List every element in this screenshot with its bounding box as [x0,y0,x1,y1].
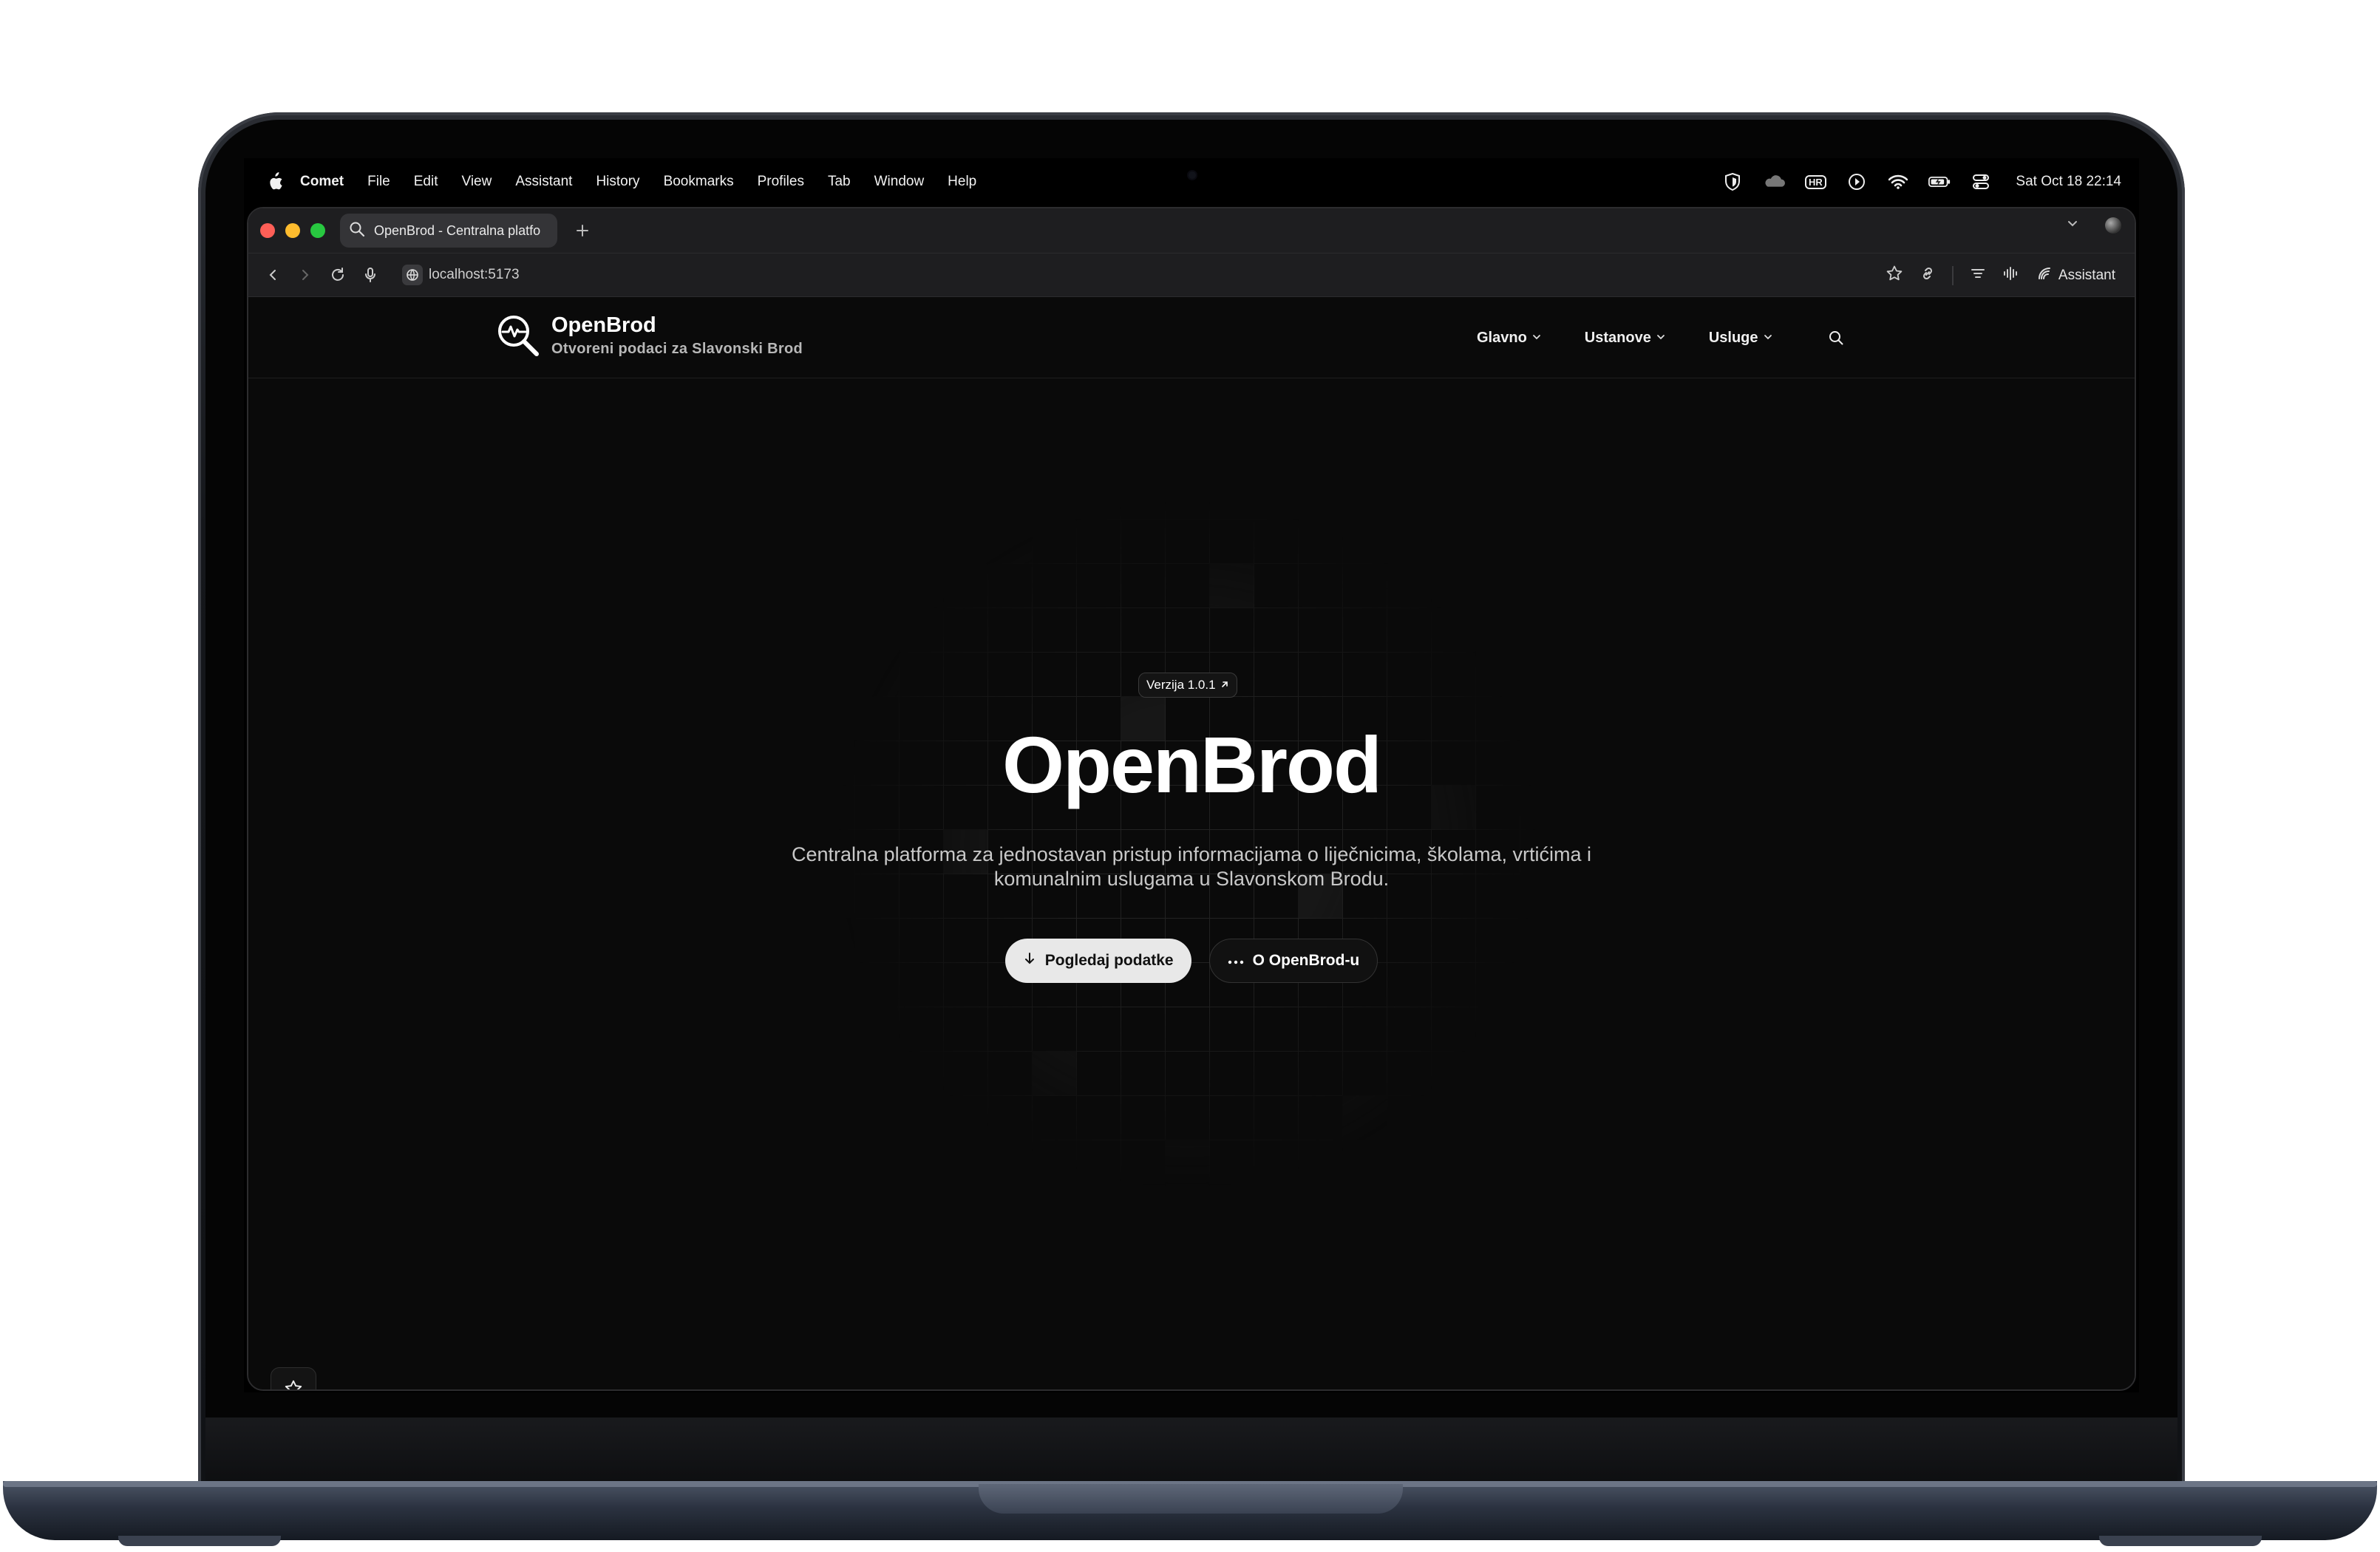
main-nav: Glavno Ustanove Usluge [1477,297,1847,378]
web-page: OpenBrod Otvoreni podaci za Slavonski Br… [248,297,2135,1389]
tab-active[interactable]: OpenBrod - Centralna platfo [340,214,557,248]
nav-item-glavno[interactable]: Glavno [1477,330,1542,347]
chevron-down-icon [1656,330,1666,347]
microphone-icon[interactable] [359,264,381,286]
reload-icon[interactable] [327,264,349,286]
nav-item-label: Glavno [1477,329,1527,346]
view-data-label: Pogledaj podatke [1044,952,1174,969]
tab-bar: OpenBrod - Centralna platfo [248,208,2135,253]
bookmark-star-icon[interactable] [1886,265,1903,287]
wifi-icon[interactable] [1887,171,1909,192]
window-controls [260,223,325,238]
favorites-star-button[interactable] [271,1367,316,1389]
new-tab-button[interactable] [568,216,597,245]
brand-title: OpenBrod [551,313,656,337]
laptop-foot-right [2099,1536,2262,1546]
laptop-chin [205,1417,2177,1487]
brand-text: OpenBrod Otvoreni podaci za Slavonski Br… [551,312,803,359]
minimize-window-button[interactable] [285,223,300,238]
hero-subtitle-line-1: Centralna platforma za jednostavan prist… [792,843,1591,865]
menu-help[interactable]: Help [948,174,976,190]
url-text: localhost:5173 [429,267,520,282]
cloud-icon[interactable] [1763,171,1786,192]
shield-icon[interactable] [1721,171,1744,192]
menu-edit[interactable]: Edit [414,174,438,190]
arrow-up-right-icon [1220,678,1229,692]
menu-bookmarks[interactable]: Bookmarks [664,174,734,190]
input-source-icon[interactable]: HR [1804,171,1826,192]
menu-clock[interactable]: Sat Oct 18 22:14 [2016,174,2121,190]
search-icon [349,221,365,241]
laptop-hinge [979,1484,1403,1514]
menu-profiles[interactable]: Profiles [758,174,804,190]
browser-toolbar: localhost:5173 Assistant [248,253,2135,297]
reader-mode-icon[interactable] [1970,265,1986,286]
profile-avatar[interactable] [2105,217,2121,234]
version-label: Verzija 1.0.1 [1146,678,1216,692]
assistant-label: Assistant [2058,268,2115,283]
laptop-foot-left [118,1536,281,1546]
arrow-down-icon [1023,952,1036,970]
link-icon[interactable] [1920,265,1936,286]
menu-assistant[interactable]: Assistant [515,174,572,190]
about-label: O OpenBrod-u [1252,952,1360,969]
control-center-icon[interactable] [1970,171,1992,192]
address-bar[interactable]: localhost:5173 [402,265,520,285]
nav-item-usluge[interactable]: Usluge [1709,330,1773,347]
input-source-label: HR [1805,174,1826,189]
assistant-button[interactable]: Assistant [2036,265,2115,286]
menu-view[interactable]: View [462,174,492,190]
globe-icon [402,265,423,285]
back-icon[interactable] [262,264,284,286]
menu-app-name[interactable]: Comet [300,174,344,190]
nav-item-label: Usluge [1708,329,1758,346]
tab-bar-actions [2065,216,2121,234]
browser-window: OpenBrod - Centralna platfo localhost:51… [247,207,2136,1391]
view-data-button[interactable]: Pogledaj podatke [1004,939,1191,983]
brand-subtitle: Otvoreni podaci za Slavonski Brod [551,341,803,357]
hero-title: OpenBrod [1002,720,1382,809]
nav-item-ustanove[interactable]: Ustanove [1585,330,1666,347]
zoom-window-button[interactable] [310,223,325,238]
chevron-down-icon[interactable] [2065,216,2080,234]
camera-icon [1189,171,1196,179]
close-window-button[interactable] [260,223,275,238]
menu-bar: Comet File Edit View Assistant History B… [244,158,2139,205]
version-badge[interactable]: Verzija 1.0.1 [1138,673,1237,698]
toolbar-separator [1951,266,1954,285]
status-tray: HR Sat Oct 18 22:14 [1721,158,2121,205]
play-icon[interactable] [1846,171,1868,192]
desktop-stage: Comet File Edit View Assistant History B… [0,0,2380,1552]
camera-notch [1077,158,1306,201]
apple-icon[interactable] [266,172,284,191]
menu-file[interactable]: File [367,174,390,190]
site-search-icon[interactable] [1825,327,1847,349]
forward-icon[interactable] [294,264,316,286]
hero-subtitle: Centralna platforma za jednostavan prist… [248,843,2135,891]
about-button[interactable]: O OpenBrod-u [1208,939,1378,983]
nav-item-label: Ustanove [1584,329,1651,346]
comet-assistant-icon [2036,265,2053,286]
menu-history[interactable]: History [596,174,639,190]
screen: Comet File Edit View Assistant History B… [244,158,2139,1392]
hero-subtitle-line-2: komunalnim uslugama u Slavonskom Brodu. [993,868,1390,890]
site-brand[interactable]: OpenBrod Otvoreni podaci za Slavonski Br… [495,312,803,359]
chevron-down-icon [1763,330,1773,347]
magnifier-pulse-logo-icon [495,313,541,358]
ellipsis-icon [1228,952,1244,970]
tab-title: OpenBrod - Centralna platfo [374,222,541,238]
toolbar-actions: Assistant [1886,253,2115,298]
site-header: OpenBrod Otvoreni podaci za Slavonski Br… [248,297,2135,378]
menu-window[interactable]: Window [874,174,925,190]
star-icon [284,1379,303,1389]
battery-icon[interactable] [1928,171,1951,192]
menu-tab[interactable]: Tab [828,174,851,190]
chevron-down-icon [1531,330,1542,347]
voice-waveform-icon[interactable] [2002,265,2020,286]
hero-actions: Pogledaj podatke O OpenBrod-u [248,939,2135,983]
